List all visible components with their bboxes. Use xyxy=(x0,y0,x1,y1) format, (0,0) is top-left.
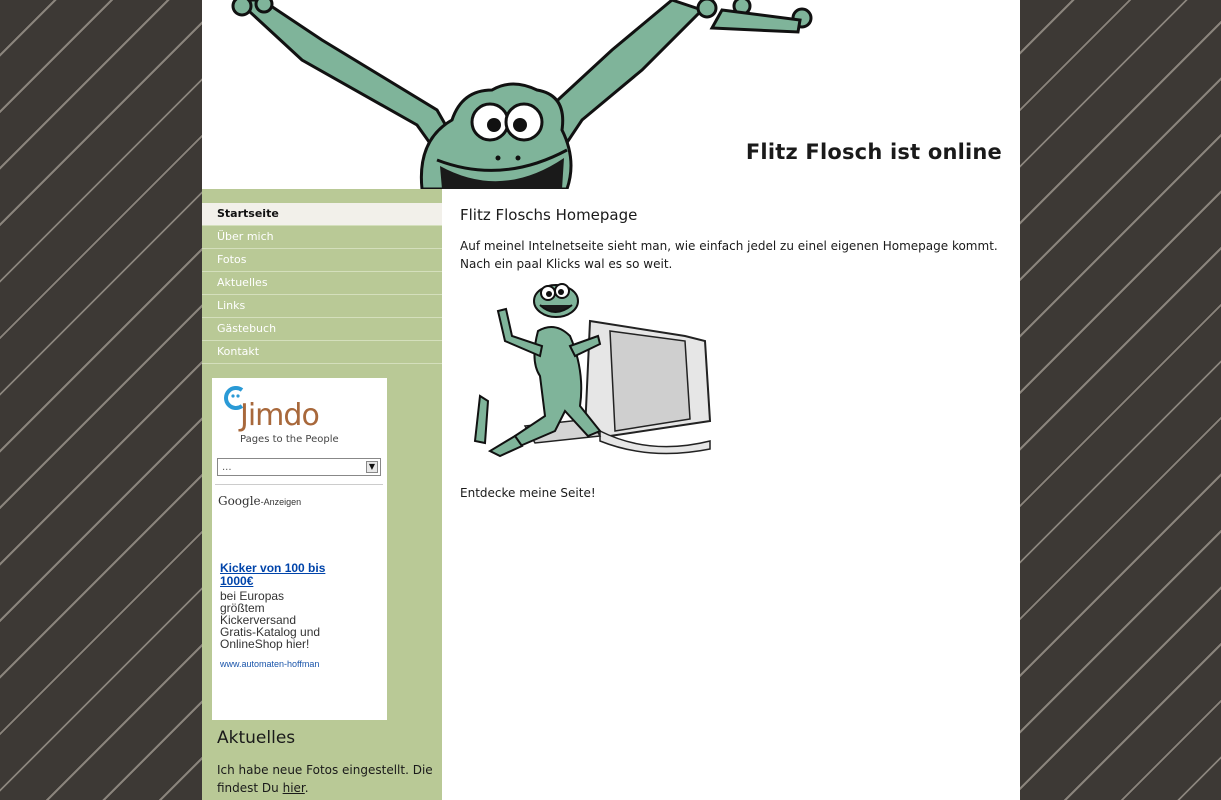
google-ads-suffix: -Anzeigen xyxy=(260,497,302,507)
nav-item-ueber-mich[interactable]: Über mich xyxy=(202,226,442,249)
ad-body-line: OnlineShop hier! xyxy=(220,637,310,651)
dropdown-arrow-icon[interactable]: ▼ xyxy=(366,461,378,473)
sidebar-news-link[interactable]: hier xyxy=(283,781,305,795)
ad-url[interactable]: www.automaten-hoffman xyxy=(220,659,319,669)
sidebar-news-end: . xyxy=(304,781,309,795)
jimdo-tagline: Pages to the People xyxy=(240,434,339,445)
jimdo-ad-box: Jimdo Pages to the People ... ▼ Google-A… xyxy=(212,378,387,720)
sidebar: Startseite Über mich Fotos Aktuelles Lin… xyxy=(202,189,442,800)
jimdo-logo-text: Jimdo xyxy=(240,398,320,433)
sidebar-news-text: Ich habe neue Fotos eingestellt. Die fin… xyxy=(217,761,437,797)
nav-item-links[interactable]: Links xyxy=(202,295,442,318)
main-navigation: Startseite Über mich Fotos Aktuelles Lin… xyxy=(202,203,442,364)
google-ads-label: Google-Anzeigen xyxy=(218,494,301,508)
nav-item-aktuelles[interactable]: Aktuelles xyxy=(202,272,442,295)
nav-item-startseite[interactable]: Startseite xyxy=(202,203,442,226)
ad-select[interactable]: ... ▼ xyxy=(217,458,381,476)
ad-link[interactable]: Kicker von 100 bis 1000€ xyxy=(220,562,340,588)
ad-divider xyxy=(215,484,383,485)
ad-body: bei Europas größtem Kickerversand Gratis… xyxy=(220,590,350,650)
cta-text: Entdecke meine Seite! xyxy=(460,486,596,500)
nav-item-fotos[interactable]: Fotos xyxy=(202,249,442,272)
intro-text: Auf meinel Intelnetseite sieht man, wie … xyxy=(460,239,998,271)
sidebar-news-body: Ich habe neue Fotos eingestellt. Die fin… xyxy=(217,763,433,795)
sidebar-news-heading: Aktuelles xyxy=(217,728,296,748)
jimdo-logo[interactable]: Jimdo Pages to the People xyxy=(222,382,372,452)
header-banner: Flitz Flosch ist online xyxy=(202,0,1020,189)
ad-select-value: ... xyxy=(222,462,232,473)
frog-computer-illustration xyxy=(473,283,712,458)
nav-item-kontakt[interactable]: Kontakt xyxy=(202,341,442,364)
nav-item-gaestebuch[interactable]: Gästebuch xyxy=(202,318,442,341)
google-brand: Google xyxy=(218,494,261,508)
page-container: Flitz Flosch ist online Startseite Über … xyxy=(202,0,1020,800)
site-title: Flitz Flosch ist online xyxy=(745,140,1002,164)
page-title: Flitz Floschs Homepage xyxy=(460,206,638,224)
